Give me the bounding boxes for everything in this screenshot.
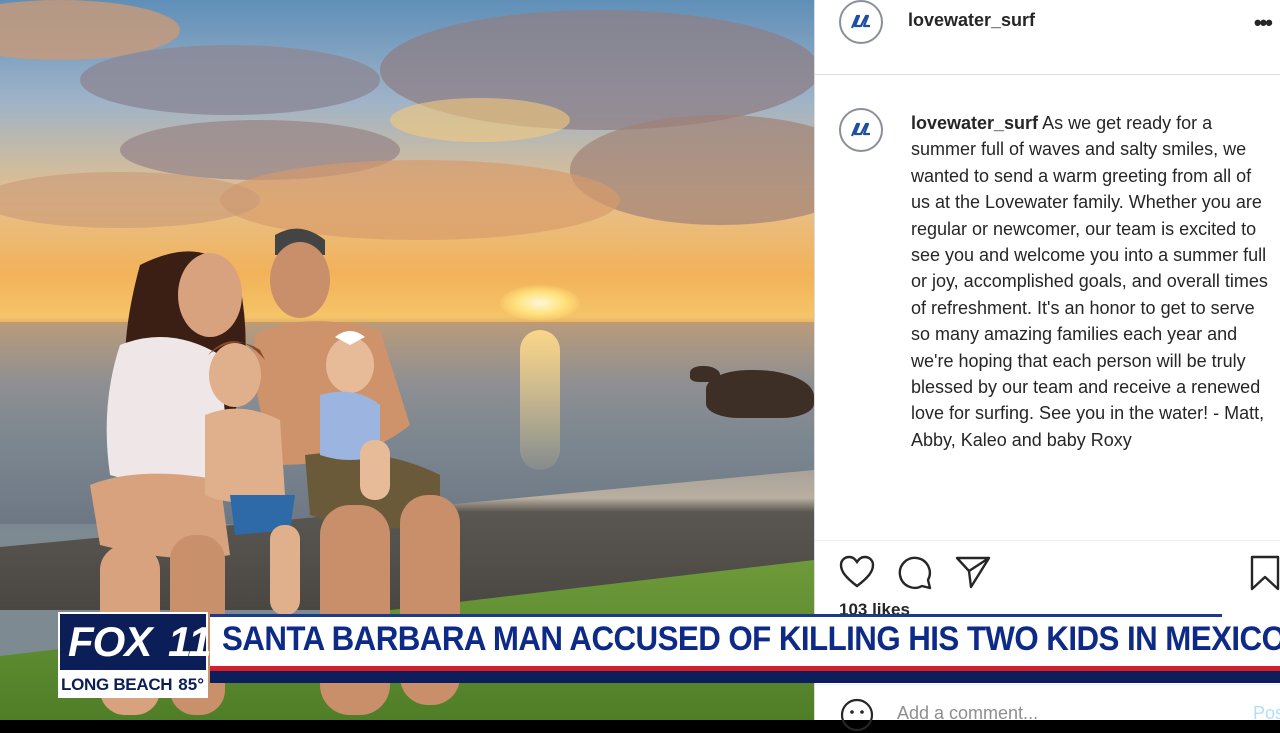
bookmark-icon[interactable]: [1249, 555, 1280, 591]
share-icon[interactable]: [955, 555, 991, 589]
instagram-post-panel: lovewater_surf ••• lovewater_surf As we …: [814, 0, 1280, 732]
comment-bar: Add a comment... Post: [815, 684, 1280, 732]
caption-avatar[interactable]: [839, 108, 883, 152]
action-bar: [815, 540, 1280, 603]
post-comment-button[interactable]: Post: [1253, 703, 1280, 724]
channel-number: 11: [168, 618, 212, 665]
headline-text: SANTA BARBARA MAN ACCUSED OF KILLING HIS…: [222, 620, 1280, 658]
post-caption: lovewater_surf As we get ready for a sum…: [911, 110, 1271, 453]
lovewater-logo-icon: [850, 14, 870, 29]
heart-icon[interactable]: [839, 555, 875, 589]
comment-icon[interactable]: [897, 555, 933, 591]
caption-text: As we get ready for a summer full of wav…: [911, 113, 1268, 450]
temperature: 85°: [178, 675, 204, 694]
fox11-logo: FOX 11: [58, 612, 212, 672]
headline-blue-stripe: [210, 671, 1280, 683]
station-name: FOX: [68, 618, 152, 665]
location-name: LONG BEACH: [61, 675, 173, 694]
header-username[interactable]: lovewater_surf: [908, 10, 1035, 31]
location-weather: LONG BEACH 85°: [58, 672, 208, 698]
comment-input[interactable]: Add a comment...: [897, 703, 1038, 724]
caption-username[interactable]: lovewater_surf: [911, 113, 1038, 133]
emoji-icon[interactable]: [839, 697, 875, 733]
profile-avatar[interactable]: [839, 0, 883, 44]
lovewater-logo-icon: [850, 122, 870, 137]
post-header: lovewater_surf •••: [815, 0, 1280, 75]
more-options-icon[interactable]: •••: [1254, 10, 1273, 36]
